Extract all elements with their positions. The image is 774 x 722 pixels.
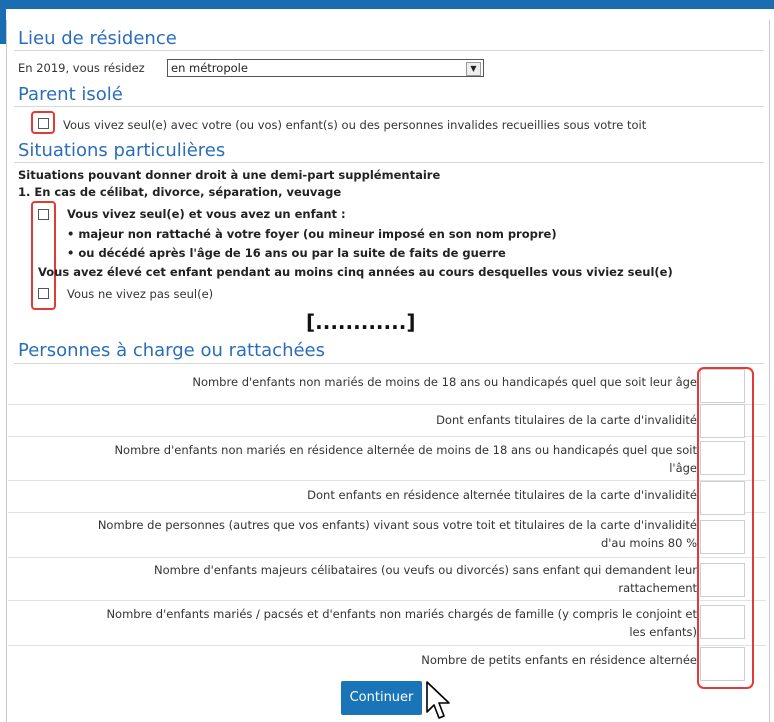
row-divider	[8, 512, 766, 513]
row-divider	[8, 404, 766, 405]
parent-isole-checkbox[interactable]	[38, 118, 49, 129]
section-title-parent-isole: Parent isolé	[18, 84, 123, 105]
alone-with-child-label: Vous vivez seul(e) et vous avez un enfan…	[67, 207, 346, 221]
raised-child-text: Vous avez élevé cet enfant pendant au mo…	[38, 265, 673, 279]
not-alone-checkbox[interactable]	[38, 288, 49, 299]
bullet-item: • majeur non rattaché à votre foyer (ou …	[67, 227, 557, 241]
bullet-text: majeur non rattaché à votre foyer (ou mi…	[78, 227, 557, 241]
bullet-item: • ou décédé après l'âge de 16 ans ou par…	[67, 246, 506, 260]
section-divider	[14, 162, 764, 163]
row-line: d'au moins 80 %	[600, 536, 697, 550]
row-line: les enfants)	[629, 625, 697, 639]
section-divider	[14, 106, 764, 107]
row-divider	[8, 436, 766, 437]
row-divider	[8, 600, 766, 601]
row-line: rattachement	[618, 581, 697, 595]
section-title-dependents: Personnes à charge ou rattachées	[18, 340, 326, 361]
parent-isole-label: Vous vivez seul(e) avec votre (ou vos) e…	[63, 118, 647, 132]
dependents-row-label: Nombre d'enfants non mariés de moins de …	[10, 373, 697, 391]
continue-button[interactable]: Continuer	[341, 681, 422, 715]
row-line: Nombre de personnes (autres que vos enfa…	[97, 518, 697, 532]
row-line: Dont enfants en résidence alternée titul…	[307, 488, 697, 502]
chevron-down-icon[interactable]: ▼	[466, 62, 481, 76]
mouse-cursor-icon	[426, 681, 450, 719]
dependents-row-label: Nombre d'enfants mariés / pacsés et d'en…	[10, 605, 697, 641]
row-line: Nombre d'enfants majeurs célibataires (o…	[154, 563, 697, 577]
row-line: Nombre d'enfants mariés / pacsés et d'en…	[106, 607, 697, 621]
section-divider	[14, 363, 764, 364]
residence-label: En 2019, vous résidez	[18, 61, 145, 75]
situations-intro: Situations pouvant donner droit à une de…	[18, 168, 441, 182]
omitted-content-marker: [............]	[306, 310, 416, 334]
row-line: Nombre de petits enfants en résidence al…	[421, 653, 697, 667]
top-accent-bar	[0, 0, 774, 9]
bullet-text: ou décédé après l'âge de 16 ans ou par l…	[78, 246, 506, 260]
row-divider	[8, 557, 766, 558]
row-line: Nombre d'enfants non mariés de moins de …	[192, 375, 697, 389]
row-divider	[8, 645, 766, 646]
residence-selected-value: en métropole	[171, 61, 248, 75]
highlight-box	[697, 367, 754, 689]
dependents-row-label: Nombre de personnes (autres que vos enfa…	[10, 516, 697, 552]
section-title-residence: Lieu de résidence	[18, 28, 177, 49]
section-title-situations: Situations particulières	[18, 140, 226, 161]
dependents-row-label: Dont enfants en résidence alternée titul…	[10, 486, 697, 504]
row-line: l'âge	[669, 461, 697, 475]
dependents-row-label: Nombre d'enfants non mariés en résidence…	[10, 441, 697, 477]
not-alone-label: Vous ne vivez pas seul(e)	[67, 287, 214, 301]
section-divider	[14, 50, 764, 51]
dependents-row-label: Dont enfants titulaires de la carte d'in…	[10, 411, 697, 429]
situations-case-1: 1. En cas de célibat, divorce, séparatio…	[18, 185, 342, 199]
dependents-row-label: Nombre d'enfants majeurs célibataires (o…	[10, 561, 697, 597]
dependents-row-label: Nombre de petits enfants en résidence al…	[10, 651, 697, 669]
row-line: Nombre d'enfants non mariés en résidence…	[114, 443, 697, 457]
row-divider	[8, 480, 766, 481]
residence-select[interactable]: en métropole ▼	[167, 59, 484, 77]
row-line: Dont enfants titulaires de la carte d'in…	[436, 413, 697, 427]
alone-with-child-checkbox[interactable]	[38, 209, 49, 220]
